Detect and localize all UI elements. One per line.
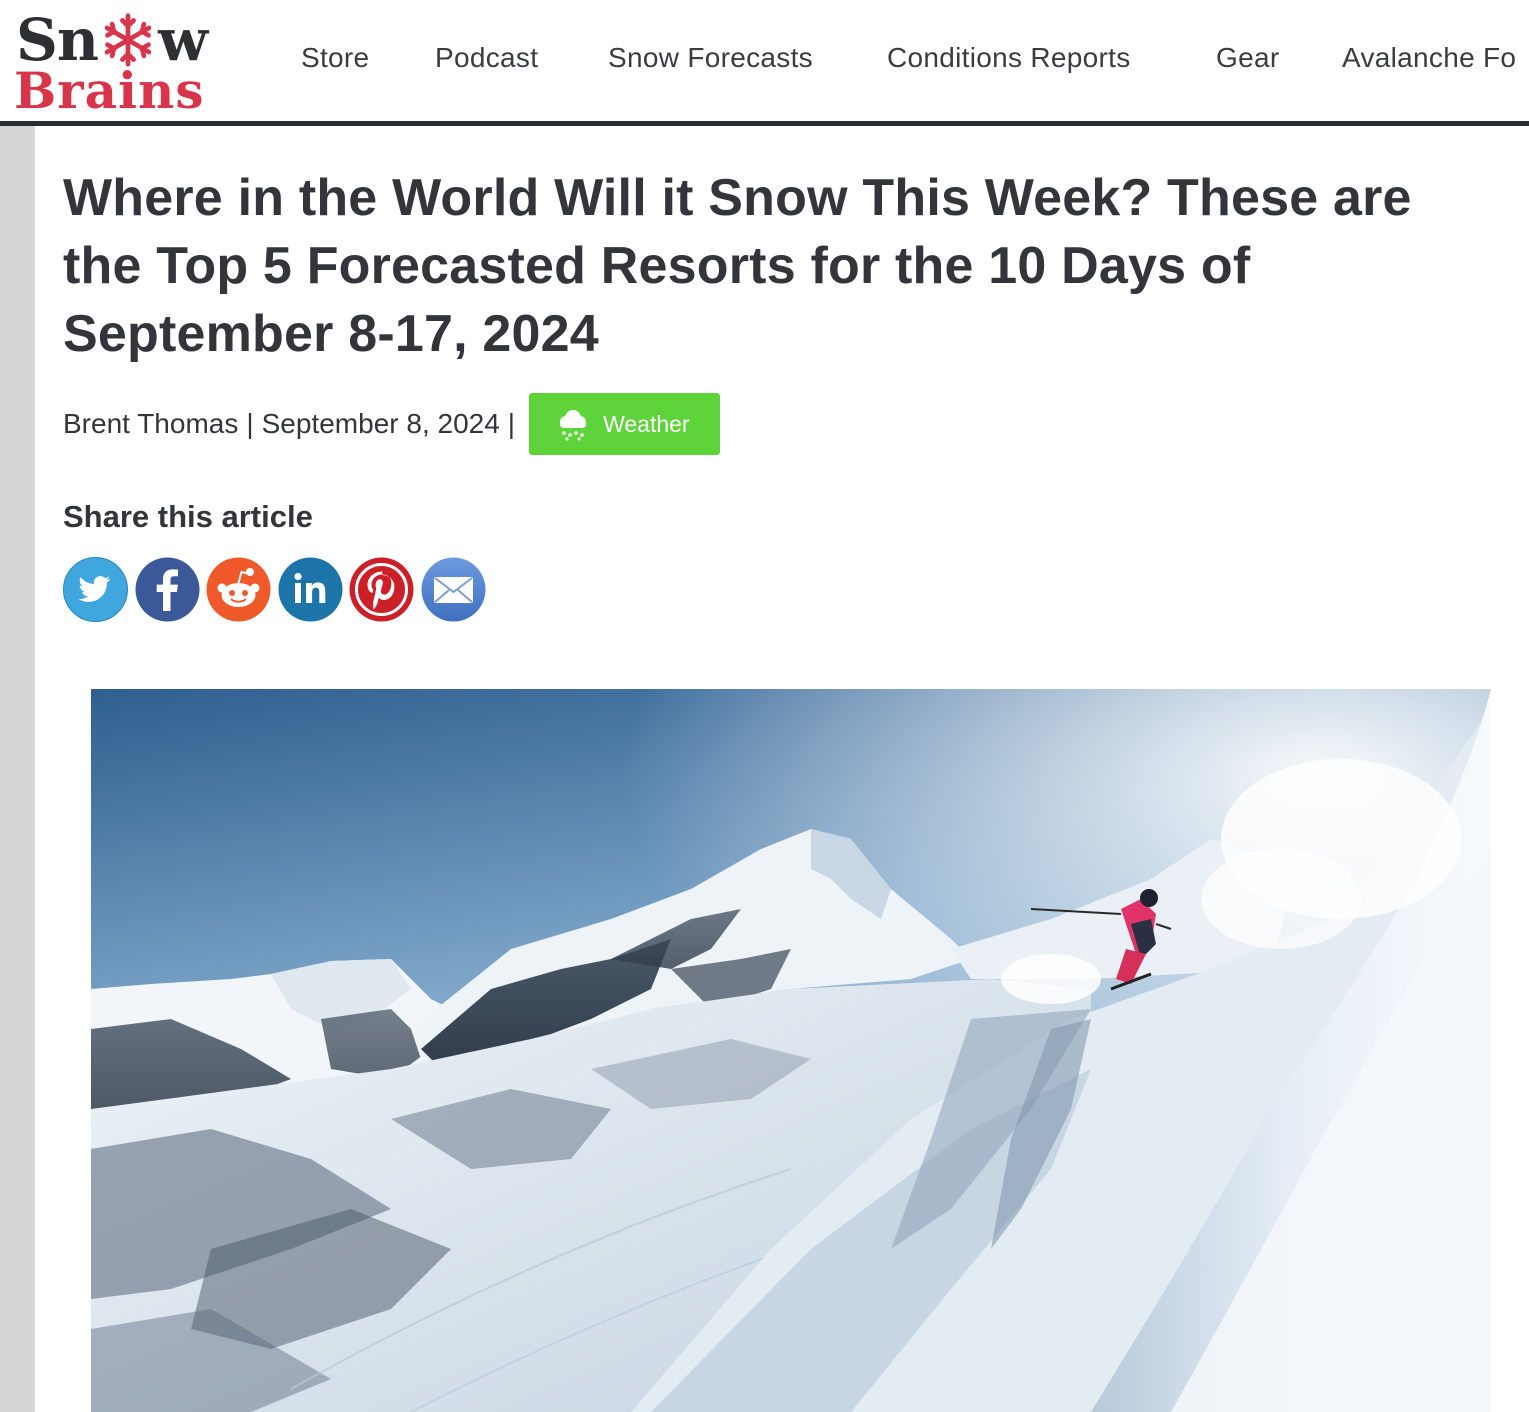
nav-item-gear[interactable]: Gear [1216, 42, 1279, 74]
article-meta: Brent Thomas | September 8, 2024 | Weath… [63, 393, 721, 455]
meta-separator: | [507, 408, 516, 439]
nav-item-avalanche-forecasts[interactable]: Avalanche Fo [1342, 42, 1516, 74]
share-facebook-button[interactable] [135, 557, 200, 622]
category-badge-weather[interactable]: Weather [529, 393, 721, 455]
nav-item-conditions-reports[interactable]: Conditions Reports [887, 42, 1131, 74]
logo-wordmark-bottom: Brains [14, 61, 205, 120]
share-linkedin-button[interactable] [278, 557, 343, 622]
nav-item-store[interactable]: Store [301, 42, 369, 74]
site-logo[interactable]: Sn w Brains [14, 10, 264, 120]
share-buttons [63, 557, 492, 622]
snowflake-icon [104, 13, 152, 67]
pinterest-icon [349, 557, 414, 622]
hero-image [91, 689, 1491, 1412]
article-content: Where in the World Will it Snow This Wee… [35, 126, 1529, 1412]
nav-item-snow-forecasts[interactable]: Snow Forecasts [608, 42, 813, 74]
nav-item-podcast[interactable]: Podcast [435, 42, 538, 74]
share-reddit-button[interactable] [206, 557, 271, 622]
cloud-snow-icon [560, 410, 587, 441]
facebook-icon [135, 557, 199, 622]
share-pinterest-button[interactable] [349, 557, 414, 622]
email-icon [421, 557, 485, 622]
linkedin-icon [278, 557, 342, 622]
publish-date: September 8, 2024 [261, 408, 500, 439]
share-twitter-button[interactable] [63, 557, 128, 622]
left-gutter [0, 126, 35, 1412]
twitter-icon [63, 557, 128, 622]
article-title: Where in the World Will it Snow This Wee… [63, 169, 1412, 363]
category-label: Weather [603, 410, 690, 437]
mountain-skier-photo [91, 689, 1491, 1412]
share-heading: Share this article [63, 499, 313, 534]
site-header: Sn w Brains Store Podcast Snow Forecasts… [0, 0, 1529, 122]
meta-separator: | [246, 408, 254, 439]
share-email-button[interactable] [421, 557, 486, 622]
author-name[interactable]: Brent Thomas [63, 408, 238, 440]
reddit-icon [206, 557, 271, 622]
